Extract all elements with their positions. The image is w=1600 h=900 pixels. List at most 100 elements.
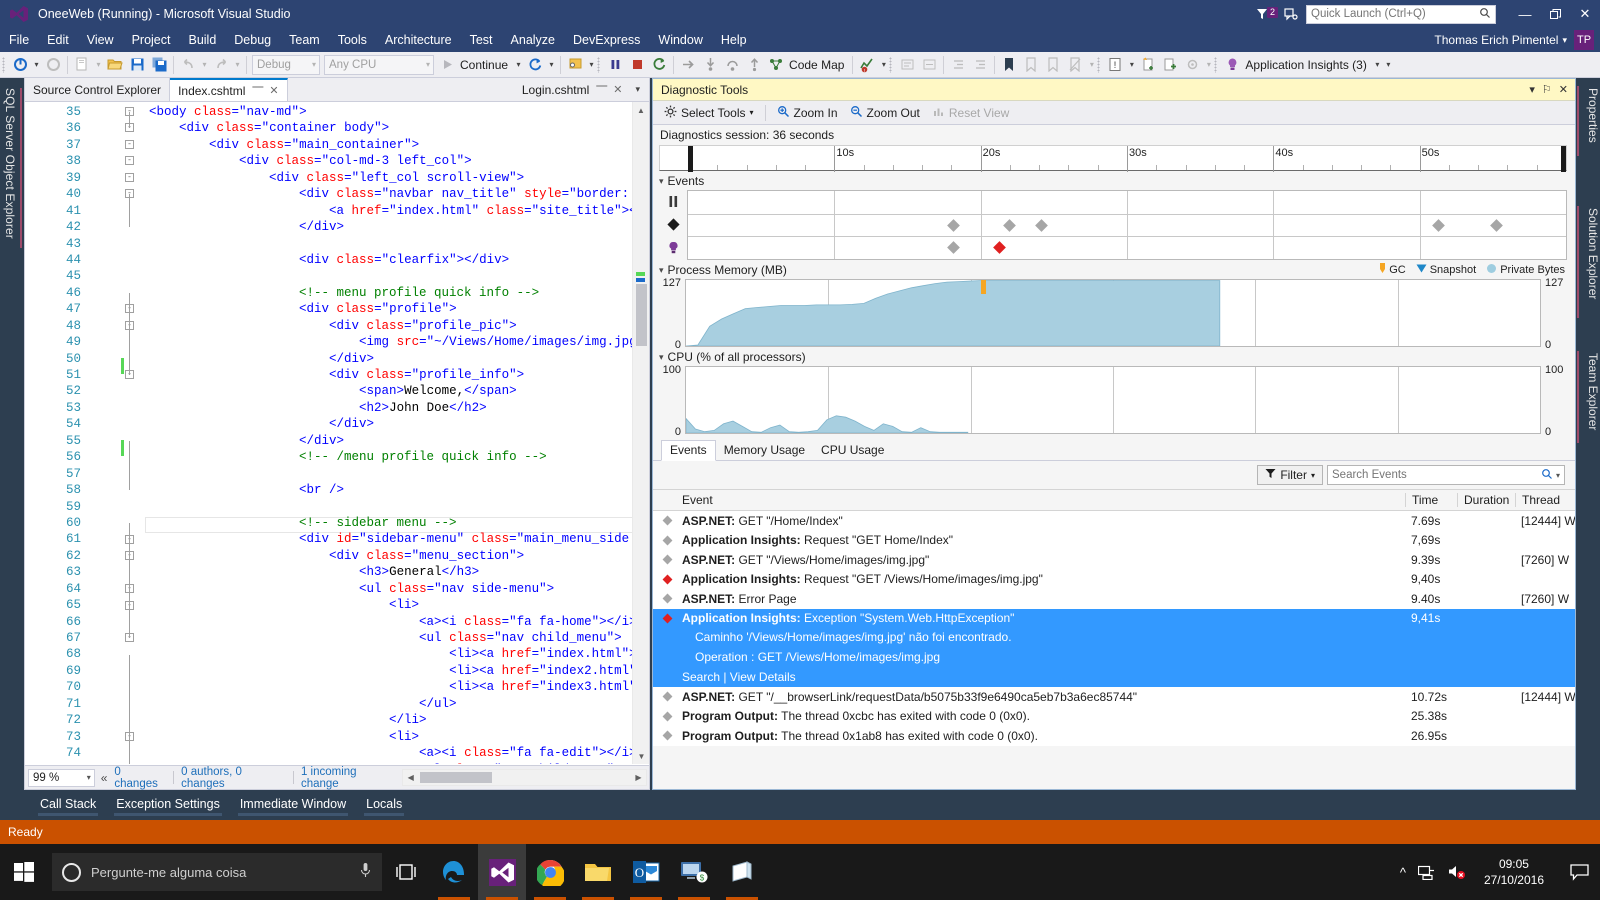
menu-window[interactable]: Window [649,31,711,49]
break-all-icon[interactable] [604,54,626,76]
menu-team[interactable]: Team [280,31,329,49]
redo-icon[interactable] [210,54,232,76]
editor-horizontal-scrollbar[interactable]: ◀ ▶ [402,769,647,786]
table-row[interactable]: Program Output: The thread 0xcbc has exi… [653,707,1575,727]
solution-platform-combo[interactable]: Any CPU ▾ [324,54,434,75]
tab-overflow-caret-icon[interactable]: ▾ [630,84,645,95]
zoom-out-button[interactable]: Zoom Out [844,103,926,123]
notifications-button[interactable]: 2 [1255,6,1278,22]
navigate-backward-caret[interactable]: ▾ [31,60,42,69]
cortana-search-box[interactable]: Pergunte-me alguma coisa [52,853,382,891]
redo-caret[interactable]: ▾ [232,60,243,69]
taskbar-clock[interactable]: 09:05 27/10/2016 [1478,856,1550,888]
menu-analyze[interactable]: Analyze [502,31,564,49]
task-view-icon[interactable] [382,844,430,900]
tab-login-cshtml[interactable]: Login.cshtml ⎻ ✕ [513,82,631,97]
visual-studio-icon[interactable] [478,844,526,900]
table-row[interactable]: Application Insights: Request "GET Home/… [653,531,1575,551]
memory-plot[interactable] [685,279,1541,347]
cpu-plot[interactable] [685,366,1541,434]
send-feedback-icon[interactable] [1284,7,1298,21]
save-all-icon[interactable] [148,54,170,76]
search-events-input[interactable] [1332,469,1541,481]
zoom-in-button[interactable]: Zoom In [771,103,844,123]
memory-section-header[interactable]: ▾ Process Memory (MB) GC Snapshot Privat… [653,260,1575,279]
menu-debug[interactable]: Debug [225,31,280,49]
chevron-down-icon[interactable]: ▾ [749,108,753,117]
column-header-duration[interactable]: Duration [1457,493,1515,507]
toolbar-grip-3[interactable] [889,56,896,74]
zoom-level-combo[interactable]: 99 % ▾ [28,768,95,787]
application-insights-label[interactable]: Application Insights (3) [1243,58,1371,72]
minimize-button[interactable]: — [1510,0,1540,28]
clear-bookmarks-icon[interactable] [1064,54,1086,76]
tab-memory-usage[interactable]: Memory Usage [716,441,813,460]
add-existing-item-icon[interactable] [1159,54,1181,76]
edge-icon[interactable] [430,844,478,900]
quick-launch-box[interactable] [1306,4,1496,24]
reset-view-button[interactable]: Reset View [926,103,1015,123]
scroll-up-icon[interactable]: ▲ [633,102,649,118]
column-header-thread[interactable]: Thread [1515,493,1575,507]
close-icon[interactable]: ✕ [613,83,622,96]
step-into-icon[interactable] [699,54,721,76]
event-marker[interactable] [993,241,1007,255]
fold-toggle-icon[interactable]: - [125,139,134,149]
search-dropdown-caret-icon[interactable]: ▾ [1556,471,1560,480]
start-button[interactable] [0,844,48,900]
tab-index-cshtml[interactable]: Index.cshtml ⎻ ✕ [170,78,288,101]
events-section-header[interactable]: ▾ Events [653,171,1575,190]
code-text[interactable]: <body class="nav-md"> <div class="contai… [149,104,649,764]
event-detail-links[interactable]: Search | View Details [653,667,1575,687]
gc-event-marker[interactable] [980,280,986,294]
decrease-indent-icon[interactable] [947,54,969,76]
table-row[interactable]: Program Output: The thread 0x1ab8 has ex… [653,726,1575,746]
table-row[interactable]: ASP.NET: GET "/Views/Home/images/img.jpg… [653,550,1575,570]
incoming-changes-count[interactable]: 1 incoming change [294,766,402,790]
error-list-caret[interactable]: ▾ [1126,60,1137,69]
bookmark-caret[interactable]: ▾ [1086,60,1097,69]
stop-debugging-icon[interactable] [626,54,648,76]
timeline-start-cap[interactable] [688,146,693,172]
new-project-icon[interactable] [71,54,93,76]
application-insights-caret[interactable]: ▾ [1372,60,1383,69]
collapse-triangle-icon[interactable]: ▾ [659,352,664,363]
tab-immediate-window[interactable]: Immediate Window [230,793,356,818]
file-explorer-icon[interactable] [574,844,622,900]
close-icon[interactable]: ✕ [269,84,278,97]
toolbar-overflow-caret[interactable]: ▾ [1383,60,1394,69]
tab-source-control-explorer[interactable]: Source Control Explorer [25,78,171,101]
previous-bookmark-icon[interactable] [1020,54,1042,76]
new-item-icon[interactable] [1137,54,1159,76]
menu-build[interactable]: Build [179,31,225,49]
select-tools-button[interactable]: Select Tools ▾ [658,103,760,123]
menu-file[interactable]: File [0,31,38,49]
chevron-down-icon[interactable]: ▾ [1311,471,1315,480]
table-row[interactable]: ASP.NET: GET "/__browserLink/requestData… [653,687,1575,707]
show-hidden-icons-chevron-icon[interactable]: ^ [1400,865,1406,880]
menu-test[interactable]: Test [461,31,502,49]
events-plot[interactable] [687,190,1567,260]
undo-icon[interactable] [177,54,199,76]
menu-edit[interactable]: Edit [38,31,78,49]
vtab-sql-server-object-explorer[interactable]: SQL Server Object Explorer [3,88,17,239]
attach-caret[interactable]: ▾ [586,60,597,69]
code-map-label[interactable]: Code Map [787,58,849,72]
outlook-icon[interactable]: O [622,844,670,900]
table-row[interactable]: ASP.NET: Error Page 9.40s [7260] W [653,589,1575,609]
pin-icon[interactable]: ⚐ [1542,83,1552,96]
microphone-icon[interactable] [359,862,372,882]
collapse-triangle-icon[interactable]: ▾ [659,176,664,187]
timeline-end-cap[interactable] [1561,146,1566,172]
event-marker[interactable] [1432,218,1446,232]
event-marker[interactable] [946,218,960,232]
new-project-caret[interactable]: ▾ [93,60,104,69]
table-row[interactable]: Application Insights: Request "GET /View… [653,570,1575,590]
open-file-icon[interactable] [104,54,126,76]
continue-play-icon[interactable] [436,54,458,76]
code-editor-surface[interactable]: 35 36 37 38 39 40 41 42 43 44 45 46 47 48 49 50 51 52 53 54… [25,102,649,764]
code-map-icon[interactable] [765,54,787,76]
pin-icon[interactable]: ⎻ [252,84,263,97]
event-marker[interactable] [1490,218,1503,232]
column-header-event[interactable]: Event [653,493,1405,507]
